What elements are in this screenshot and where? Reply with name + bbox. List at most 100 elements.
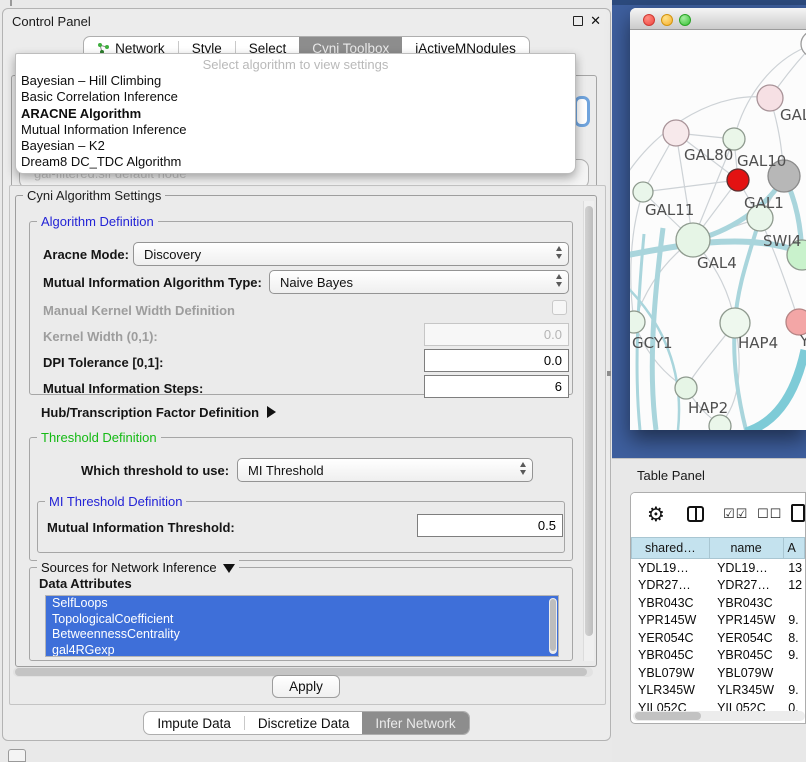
table-row[interactable]: YPR145WYPR145W9. (631, 612, 805, 630)
table-cell: YDL19… (631, 561, 711, 575)
table-cell: YDR27… (631, 578, 711, 592)
table-header: shared… name A (631, 537, 805, 559)
network-canvas[interactable]: GAL7 GAL80 GAL10 GAL1 GAL11 GAL4 SWI4 GC… (630, 30, 806, 430)
apply-button[interactable]: Apply (272, 675, 340, 698)
table-row[interactable]: YBL079WYBL079W (631, 664, 805, 682)
table-cell: YBL079W (711, 666, 786, 680)
list-item[interactable]: BetweennessCentrality (46, 627, 558, 643)
algorithm-option[interactable]: Bayesian – Hill Climbing (16, 73, 575, 89)
combo-arrows-icon (556, 246, 562, 259)
table-cell: YPR145W (631, 613, 711, 627)
table-row[interactable]: YDL19…YDL19…13 (631, 559, 805, 577)
combo-arrows-icon (520, 462, 526, 475)
hub-section-toggle[interactable]: Hub/Transcription Factor Definition (41, 405, 276, 420)
data-attributes-list[interactable]: SelfLoops TopologicalCoefficient Between… (45, 595, 559, 657)
hidden-combo-focus-ring (574, 96, 590, 127)
network-node[interactable] (709, 415, 731, 430)
aracne-mode-combo[interactable]: Discovery (133, 242, 569, 266)
table-cell: 13 (786, 561, 805, 575)
list-item[interactable]: TopologicalCoefficient (46, 612, 558, 628)
table-cell: YBL079W (631, 666, 711, 680)
manual-kernel-width-checkbox[interactable] (552, 300, 567, 315)
mi-steps-label: Mutual Information Steps: (43, 381, 203, 396)
list-item[interactable]: gal4RGexp (46, 643, 558, 658)
table-row[interactable]: YIL052CYIL052C0. (631, 699, 805, 711)
minimize-window-button[interactable] (661, 14, 673, 26)
deselect-all-checks-icon[interactable]: ☐☐ (757, 507, 782, 522)
node-label: GAL7 (780, 106, 806, 124)
sources-group-toggle[interactable]: Sources for Network Inference (37, 560, 239, 575)
table-row[interactable]: YLR345WYLR345W9. (631, 682, 805, 700)
algorithm-option-selected[interactable]: ARACNE Algorithm (16, 106, 575, 122)
combo-arrows-icon (556, 274, 562, 287)
node-label: GCY1 (632, 334, 673, 352)
algorithm-option[interactable]: Bayesian – K2 (16, 138, 575, 154)
table-cell: YLR345W (711, 683, 786, 697)
table-cell: YIL052C (711, 701, 786, 711)
column-header[interactable]: A (784, 537, 806, 559)
panel-resize-handle[interactable] (607, 371, 611, 376)
node-label: Y (799, 332, 806, 350)
network-node[interactable] (630, 311, 645, 333)
network-node-selected[interactable] (727, 169, 749, 191)
algorithm-dropdown-popup: Select algorithm to view settings Bayesi… (15, 53, 576, 174)
node-label: SWI4 (763, 232, 801, 250)
tab-discretize-data[interactable]: Discretize Data (245, 712, 363, 734)
table-row[interactable]: YDR27…YDR27…12 (631, 577, 805, 595)
table-cell: YLR345W (631, 683, 711, 697)
network-node[interactable] (676, 223, 710, 257)
gear-icon[interactable]: ⚙ (647, 502, 665, 526)
column-header[interactable]: name (710, 537, 784, 559)
algorithm-option[interactable]: Basic Correlation Inference (16, 89, 575, 105)
aracne-mode-label: Aracne Mode: (43, 247, 129, 262)
network-node[interactable] (633, 182, 653, 202)
list-scrollbar[interactable] (549, 598, 557, 654)
table-cell: 12 (786, 578, 805, 592)
table-horizontal-scrollbar[interactable] (633, 711, 805, 721)
close-window-button[interactable] (643, 14, 655, 26)
table-row[interactable]: YER054CYER054C8. (631, 629, 805, 647)
column-header[interactable]: shared… (631, 537, 710, 559)
algorithm-option[interactable]: Dream8 DC_TDC Algorithm (16, 154, 575, 170)
table-row[interactable]: YBR043CYBR043C (631, 594, 805, 612)
dpi-tolerance-field[interactable] (424, 349, 569, 372)
network-node[interactable] (801, 31, 806, 57)
which-threshold-combo[interactable]: MI Threshold (237, 458, 533, 482)
mi-steps-field[interactable] (424, 375, 569, 398)
table-cell: YER054C (631, 631, 711, 645)
table-row[interactable]: YBR045CYBR045C9. (631, 647, 805, 665)
dpi-tolerance-label: DPI Tolerance [0,1]: (43, 355, 163, 370)
network-view-window: GAL7 GAL80 GAL10 GAL1 GAL11 GAL4 SWI4 GC… (630, 8, 806, 430)
table-cell: YDL19… (711, 561, 786, 575)
tab-infer-network[interactable]: Infer Network (362, 712, 468, 734)
split-columns-icon[interactable] (687, 506, 704, 522)
float-window-icon[interactable] (573, 16, 583, 26)
minimized-panel-button[interactable] (8, 749, 26, 762)
table-cell: YIL052C (631, 701, 711, 711)
group-title: Threshold Definition (37, 430, 161, 445)
network-node[interactable] (675, 377, 697, 399)
network-node[interactable] (663, 120, 689, 146)
node-label: HAP4 (738, 334, 778, 352)
mi-algorithm-type-label: Mutual Information Algorithm Type: (43, 275, 262, 290)
table-cell: 8. (786, 631, 805, 645)
group-title: Algorithm Definition (37, 214, 158, 229)
export-table-icon[interactable] (791, 504, 805, 522)
mi-threshold-field[interactable] (417, 514, 563, 537)
mi-algorithm-type-combo[interactable]: Naive Bayes (269, 270, 569, 294)
kernel-width-label: Kernel Width (0,1): (43, 329, 158, 344)
data-attributes-label: Data Attributes (39, 576, 132, 591)
which-threshold-label: Which threshold to use: (81, 463, 229, 478)
list-item[interactable]: SelfLoops (46, 596, 558, 612)
expanded-arrow-icon (223, 564, 235, 573)
kernel-width-field[interactable] (424, 323, 569, 346)
node-label: GAL4 (697, 254, 737, 272)
tab-impute-data[interactable]: Impute Data (144, 712, 244, 734)
close-icon[interactable]: ✕ (590, 13, 601, 29)
algorithm-option[interactable]: Mutual Information Inference (16, 122, 575, 138)
settings-vertical-scrollbar[interactable] (583, 201, 594, 661)
zoom-window-button[interactable] (679, 14, 691, 26)
select-all-checks-icon[interactable]: ☑☑ (723, 507, 748, 522)
panel-title: Control Panel (12, 14, 91, 29)
table-toolbar: ⚙ ☑☑ ☐☐ (631, 493, 805, 537)
